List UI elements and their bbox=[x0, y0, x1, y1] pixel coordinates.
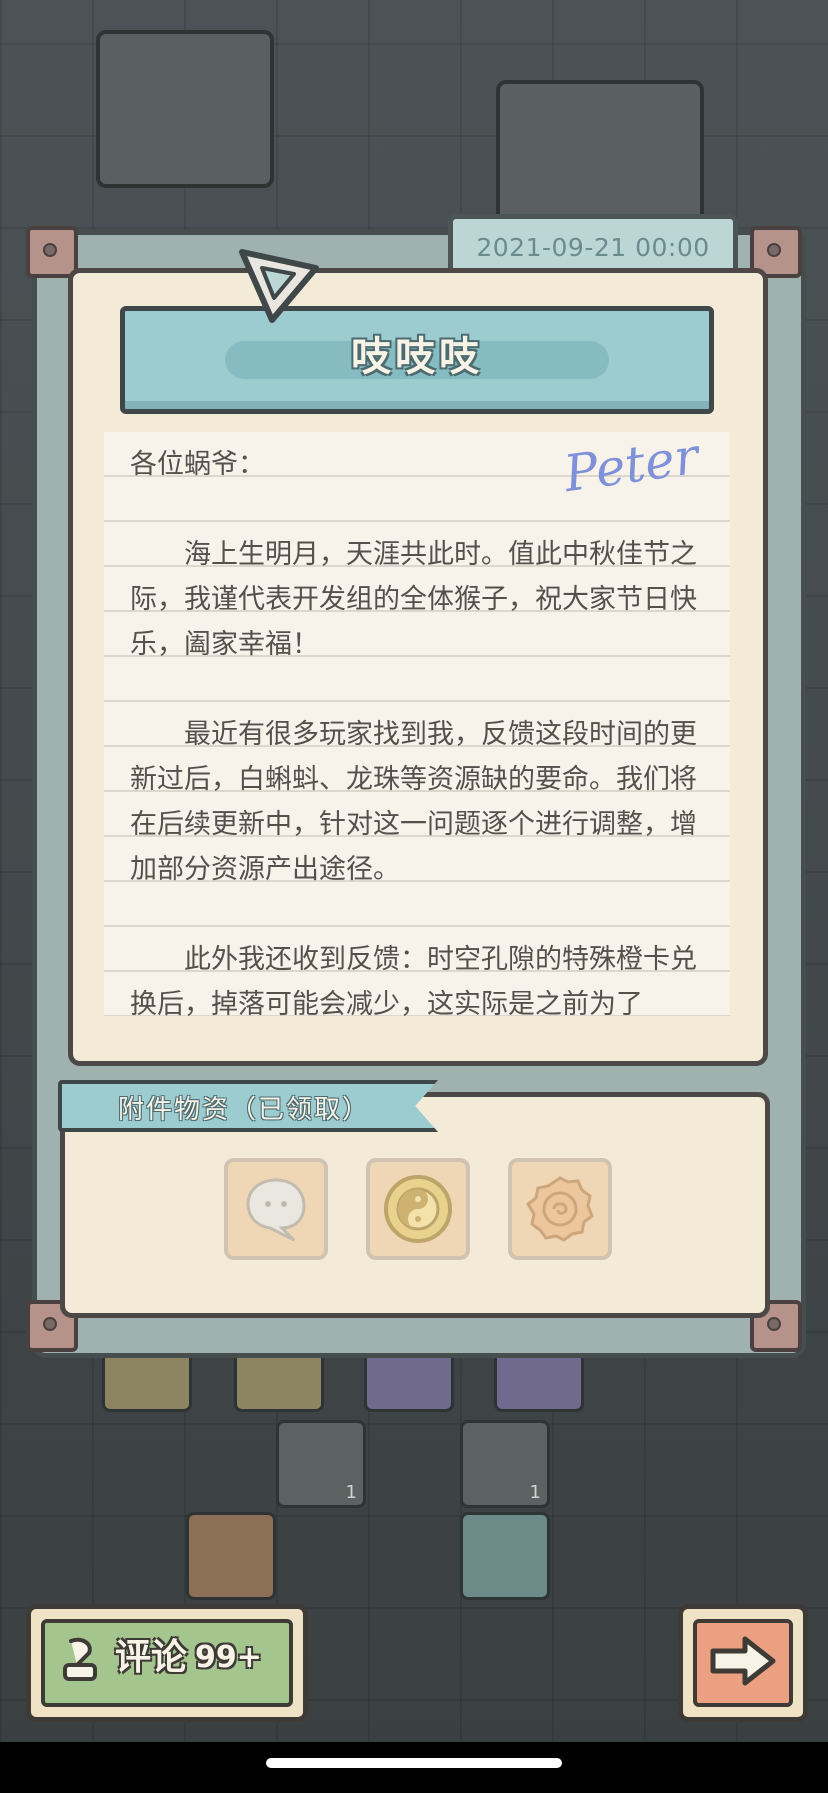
home-indicator[interactable] bbox=[266, 1758, 562, 1768]
mail-title: 吱吱吱 bbox=[351, 334, 483, 380]
letter-paragraph: 最近有很多玩家找到我，反馈这段时间的更新过后，白蝌蚪、龙珠等资源缺的要命。我们将… bbox=[130, 719, 697, 885]
comment-count: 99+ bbox=[195, 1640, 262, 1675]
mooncake-icon bbox=[526, 1176, 594, 1242]
arrow-right-icon bbox=[710, 1636, 776, 1686]
comment-button-face: 评论 99+ bbox=[41, 1619, 293, 1707]
next-button-face bbox=[693, 1619, 793, 1707]
attachment-item[interactable] bbox=[366, 1158, 470, 1260]
attachment-item[interactable] bbox=[508, 1158, 612, 1260]
comment-button[interactable]: 评论 99+ bbox=[26, 1604, 308, 1722]
frame-corner-rivet bbox=[26, 226, 78, 278]
letter-paragraph: 海上生明月，天涯共此时。值此中秋佳节之际，我谨代表开发组的全体猴子，祝大家节日快… bbox=[130, 539, 697, 660]
letter-greeting: 各位蜗爷： bbox=[130, 449, 265, 480]
attachments-label: 附件物资（已领取） bbox=[58, 1080, 438, 1132]
background-tile bbox=[460, 1512, 550, 1600]
letter-paragraph: 此外我还收到反馈：时空孔隙的特殊橙卡兑换后，掉落可能会减少，这实际是之前为了 bbox=[130, 944, 697, 1016]
background-tile: 1 bbox=[276, 1420, 366, 1508]
background-tile bbox=[186, 1512, 276, 1600]
speech-bubble-icon bbox=[246, 1178, 306, 1242]
quill-icon bbox=[63, 1637, 97, 1681]
system-home-bar bbox=[0, 1742, 828, 1793]
next-button[interactable] bbox=[678, 1604, 808, 1722]
triangle-logo-icon bbox=[239, 249, 319, 323]
title-banner: 吱吱吱 bbox=[120, 306, 714, 414]
yin-yang-coin-icon bbox=[384, 1175, 452, 1243]
attachment-item[interactable] bbox=[224, 1158, 328, 1260]
background-tile: 1 bbox=[460, 1420, 550, 1508]
letter-body: 各位蜗爷： 海上生明月，天涯共此时。值此中秋佳节之际，我谨代表开发组的全体猴子，… bbox=[130, 442, 710, 1016]
comment-label: 评论 bbox=[115, 1637, 188, 1678]
letter-paper[interactable]: Peter 各位蜗爷： 海上生明月，天涯共此时。值此中秋佳节之际，我谨代表开发组… bbox=[104, 432, 730, 1016]
background-machine bbox=[96, 30, 274, 188]
